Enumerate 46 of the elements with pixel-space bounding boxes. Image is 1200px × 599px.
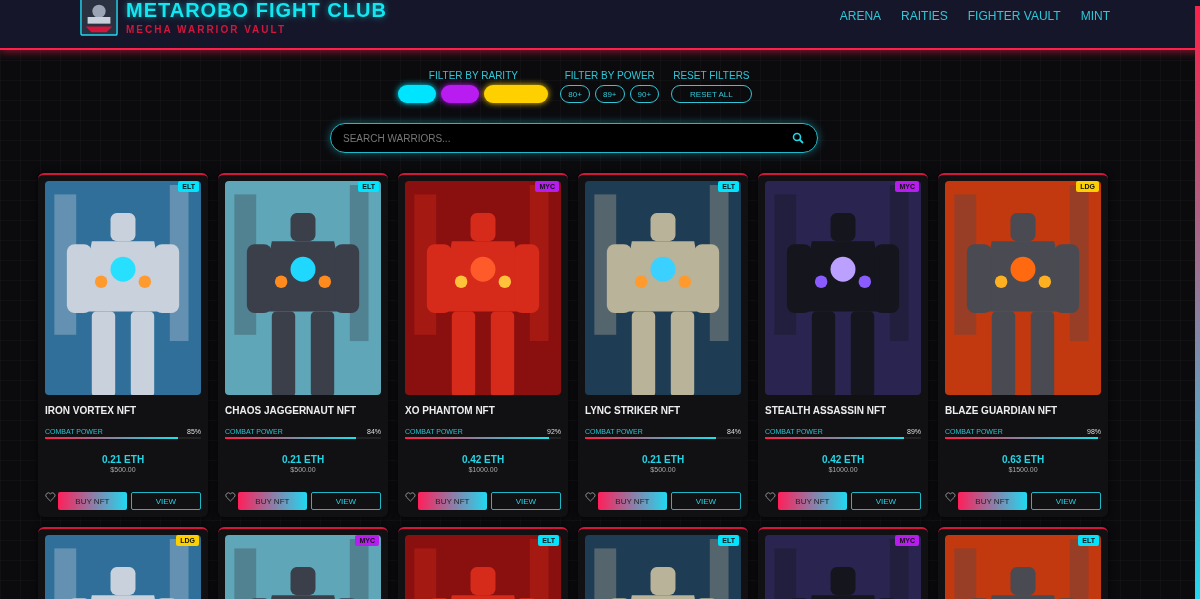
heart-icon[interactable] bbox=[945, 492, 956, 502]
view-button[interactable]: VIEW bbox=[310, 492, 381, 510]
rarity-filter[interactable] bbox=[398, 85, 437, 103]
rarity-filter[interactable] bbox=[484, 85, 549, 103]
buy-button[interactable]: BUY NFT bbox=[417, 492, 487, 510]
eth-price: 0.63 ETH bbox=[1001, 454, 1045, 465]
buy-button[interactable]: BUY NFT bbox=[777, 492, 847, 510]
eth-price: 0.42 ETH bbox=[461, 454, 505, 465]
heart-icon[interactable] bbox=[45, 492, 56, 502]
nav-link[interactable]: ARENA bbox=[839, 9, 882, 23]
card-title: STEALTH ASSASSIN NFT bbox=[765, 405, 888, 416]
site-subtitle: MECHA WARRIOR VAULT bbox=[126, 24, 288, 35]
view-button[interactable]: VIEW bbox=[670, 492, 741, 510]
rarity-filter[interactable] bbox=[441, 85, 480, 103]
card-title: LYNC STRIKER NFT bbox=[585, 405, 682, 416]
card-title: BLAZE GUARDIAN NFT bbox=[945, 405, 1059, 416]
view-button[interactable]: VIEW bbox=[490, 492, 561, 510]
eth-price: 0.42 ETH bbox=[821, 454, 865, 465]
nav-link[interactable]: RAITIES bbox=[901, 9, 948, 23]
logo-icon bbox=[80, 0, 118, 36]
nav-link[interactable]: MINT bbox=[1080, 9, 1110, 23]
buy-button[interactable]: BUY NFT bbox=[597, 492, 667, 510]
view-button[interactable]: VIEW bbox=[130, 492, 201, 510]
filter-label: FILTER BY POWER bbox=[564, 70, 655, 81]
eth-price: 0.21 ETH bbox=[101, 454, 145, 465]
card-title: XO PHANTOM NFT bbox=[405, 405, 496, 416]
search-icon[interactable] bbox=[792, 132, 804, 144]
buy-button[interactable]: BUY NFT bbox=[57, 492, 127, 510]
buy-button[interactable]: BUY NFT bbox=[237, 492, 307, 510]
filter-label: RESET FILTERS bbox=[673, 70, 750, 81]
heart-icon[interactable] bbox=[765, 492, 776, 502]
filter-label: FILTER BY RARITY bbox=[428, 70, 518, 81]
heart-icon[interactable] bbox=[405, 492, 416, 502]
card-title: IRON VORTEX NFT bbox=[45, 405, 138, 416]
buy-button[interactable]: BUY NFT bbox=[957, 492, 1027, 510]
view-button[interactable]: VIEW bbox=[850, 492, 921, 510]
site-title: METAROBO FIGHT CLUB bbox=[126, 0, 387, 22]
heart-icon[interactable] bbox=[225, 492, 236, 502]
heart-icon[interactable] bbox=[585, 492, 596, 502]
search-field[interactable]: SEARCH WARRIORS... bbox=[330, 123, 818, 153]
eth-price: 0.21 ETH bbox=[641, 454, 685, 465]
card-title: CHAOS JAGGERNAUT NFT bbox=[225, 405, 358, 416]
eth-price: 0.21 ETH bbox=[281, 454, 325, 465]
scrollbar[interactable] bbox=[1195, 6, 1200, 599]
view-button[interactable]: VIEW bbox=[1030, 492, 1101, 510]
nav-link[interactable]: FIGHTER VAULT bbox=[967, 9, 1061, 23]
